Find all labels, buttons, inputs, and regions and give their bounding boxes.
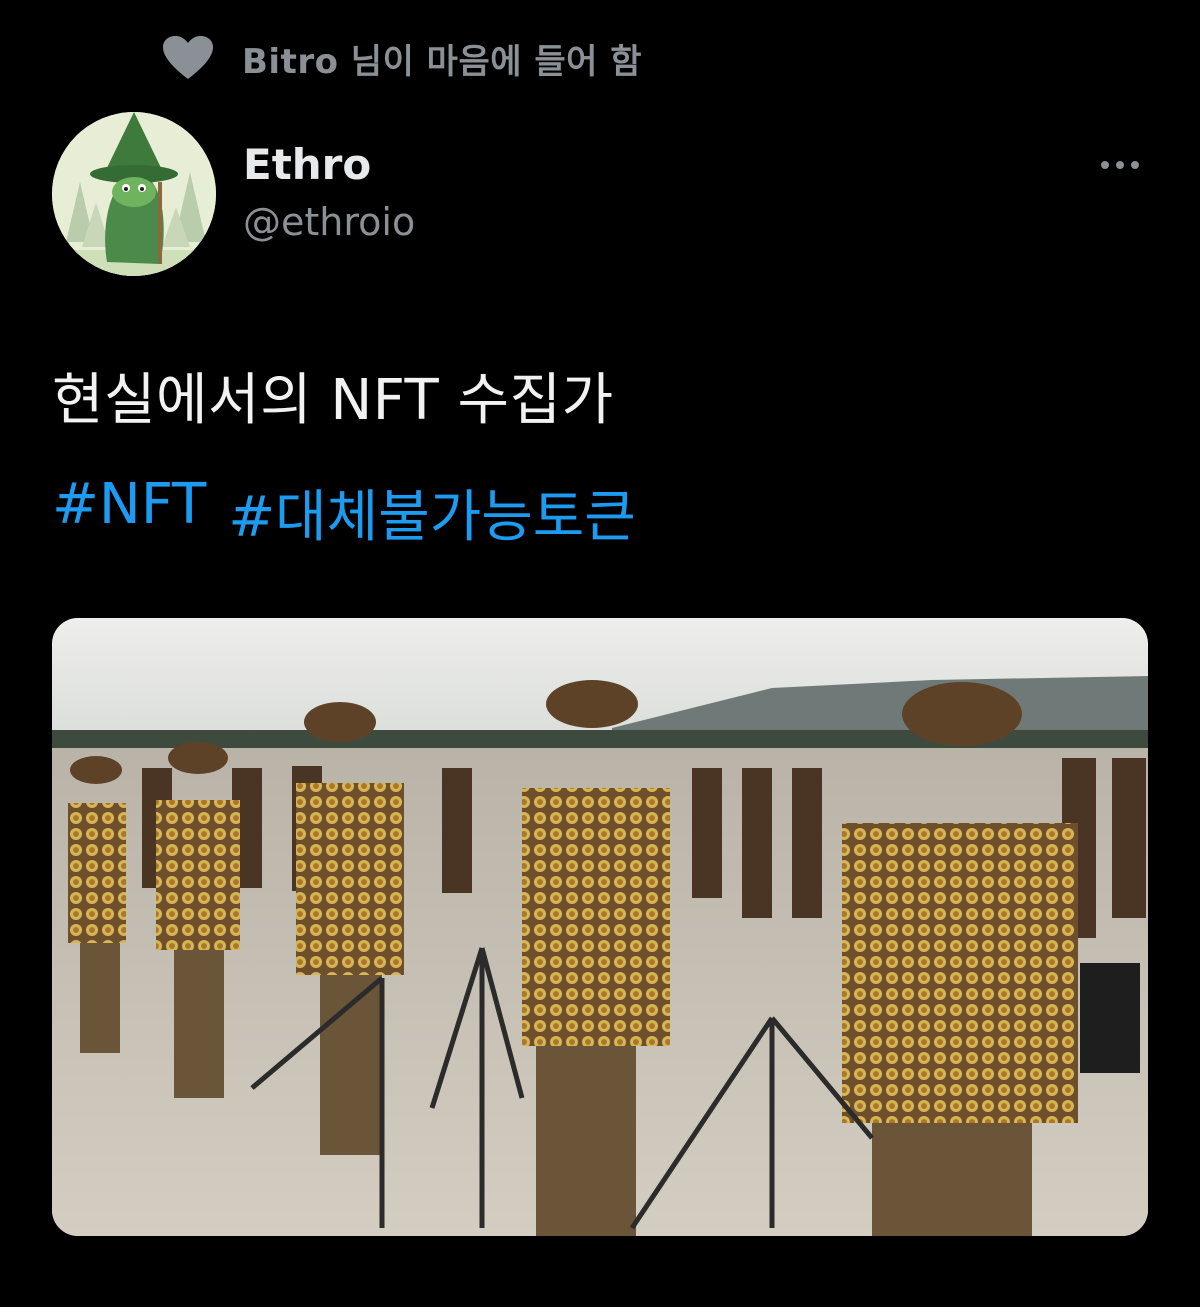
author-handle[interactable]: @ethroio <box>243 200 415 244</box>
more-dot <box>1131 161 1139 169</box>
hashtag-link-nonfungible-token[interactable]: #대체불가능토큰 <box>228 472 636 553</box>
avatar[interactable] <box>52 112 216 276</box>
hashtag-link-nft[interactable]: #NFT <box>52 472 206 553</box>
tweet-media-photo[interactable] <box>52 618 1148 1236</box>
more-dot <box>1101 161 1109 169</box>
hashtag-row: #NFT #대체불가능토큰 <box>52 472 636 553</box>
liked-by-text: Bitro 님이 마음에 들어 함 <box>242 41 643 82</box>
author-display-name[interactable]: Ethro <box>243 140 371 189</box>
social-context[interactable]: Bitro 님이 마음에 들어 함 <box>160 30 642 86</box>
more-dot <box>1116 161 1124 169</box>
heart-icon <box>160 30 216 86</box>
tweet-text: 현실에서의 NFT 수집가 <box>52 368 614 433</box>
more-options-icon[interactable] <box>1092 150 1148 180</box>
